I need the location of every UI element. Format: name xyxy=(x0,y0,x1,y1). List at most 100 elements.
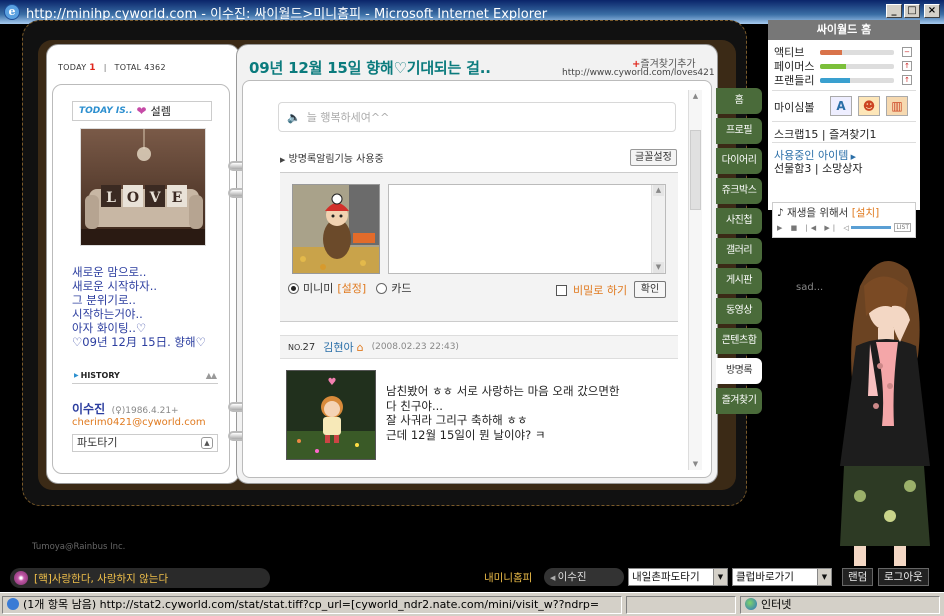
letter-a-icon[interactable]: A xyxy=(830,96,852,116)
scroll-thumb[interactable] xyxy=(690,130,701,210)
heart-icon: ❤ xyxy=(136,104,147,118)
tab-jukebox[interactable]: 쥬크박스 xyxy=(716,178,762,204)
scrap-count[interactable]: 스크랩15 xyxy=(774,128,818,141)
svg-text:E: E xyxy=(172,190,183,206)
svg-text:O: O xyxy=(127,190,139,206)
divider xyxy=(772,142,916,143)
tab-favorites[interactable]: 즐겨찾기 xyxy=(716,388,762,414)
club-dropdown[interactable]: 클럽바로가기 ▼ xyxy=(732,568,832,586)
bgm-title: [핵]사랑한다, 사랑하지 않는다 xyxy=(34,572,169,585)
intro-line: ♡09년 12月 15日. 향해♡ xyxy=(72,335,206,349)
radio-card[interactable] xyxy=(376,282,388,294)
total-label: TOTAL xyxy=(114,63,142,72)
stat-famous-bar xyxy=(820,64,894,69)
profile-photo[interactable]: L O V E xyxy=(80,128,206,246)
content-scrollbar[interactable]: ▲ ▼ xyxy=(688,90,702,470)
tab-profile[interactable]: 프로필 xyxy=(716,118,762,144)
tab-video[interactable]: 동영상 xyxy=(716,298,762,324)
wish-box[interactable]: 소망상자 xyxy=(822,162,862,175)
tab-contents[interactable]: 콘텐츠함 xyxy=(716,328,762,354)
music-disc-icon xyxy=(14,571,28,585)
club-dropdown-value: 클럽바로가기 xyxy=(736,571,794,583)
owner-name: 이수진 xyxy=(72,402,106,416)
guestbook-textarea[interactable]: ▲ ▼ xyxy=(388,184,666,274)
logout-button[interactable]: 로그아웃 xyxy=(878,568,929,586)
minimize-button[interactable]: _ xyxy=(886,4,902,18)
arrow-left-icon[interactable]: ◀ xyxy=(550,574,558,582)
tab-home[interactable]: 홈 xyxy=(716,88,762,114)
entry-line: 다 친구야... xyxy=(386,398,443,413)
radio-minimi[interactable] xyxy=(288,282,299,294)
divider xyxy=(772,121,916,122)
entry-writer[interactable]: 김현아 xyxy=(323,339,353,355)
tab-gallery[interactable]: 갤러리 xyxy=(716,238,762,264)
owner-email[interactable]: cherim0421@cyworld.com xyxy=(72,417,206,428)
menu-tabs: 홈 프로필 다이어리 쥬크박스 사진첩 갤러리 게시판 동영상 콘텐츠함 방명록… xyxy=(716,88,764,418)
font-settings-button[interactable]: 글꼴설정 xyxy=(630,149,677,166)
svg-text:♥: ♥ xyxy=(328,377,337,388)
pado-select[interactable]: 파도타기 ▲ xyxy=(72,434,218,452)
tab-board[interactable]: 게시판 xyxy=(716,268,762,294)
scroll-down-icon[interactable]: ▼ xyxy=(690,458,701,470)
playlist-button[interactable]: LIST xyxy=(894,223,911,232)
minus-icon[interactable]: − xyxy=(902,47,912,57)
page-icon xyxy=(7,598,19,610)
up-arrow-icon[interactable]: ↑ xyxy=(902,61,912,71)
status-bar: (1개 항목 남음) http://stat2.cyworld.com/stat… xyxy=(0,592,944,616)
pado-dropdown[interactable]: 내일촌파도타기 ▼ xyxy=(628,568,728,586)
close-button[interactable]: × xyxy=(924,4,940,18)
chevron-down-icon[interactable]: ▼ xyxy=(817,569,831,585)
tab-guestbook[interactable]: 방명록 xyxy=(716,358,762,384)
maximize-button[interactable]: □ xyxy=(904,4,920,18)
submit-button[interactable]: 확인 xyxy=(634,281,666,298)
intro-line: 그 분위기로.. xyxy=(72,293,136,307)
scroll-up-icon[interactable]: ▲ xyxy=(653,185,664,196)
intro-line: 새로운 맘으로.. xyxy=(72,265,147,279)
bottom-bar: [핵]사랑한다, 사랑하지 않는다 내미니홈피 ◀ 이수진 내일촌파도타기 ▼ … xyxy=(4,566,940,592)
entry-line: 남친봤어 ㅎㅎ 서로 사랑하는 마음 오래 갔으면한 xyxy=(386,384,620,398)
install-link[interactable]: [설치] xyxy=(852,207,880,219)
homepage-url[interactable]: http://www.cyworld.com/loves421 xyxy=(562,68,715,78)
textarea-scrollbar[interactable]: ▲ ▼ xyxy=(651,185,665,273)
lion-icon[interactable]: ☻ xyxy=(858,96,880,116)
ie-icon: e xyxy=(4,4,20,20)
tab-diary[interactable]: 다이어리 xyxy=(716,148,762,174)
my-minihp-link[interactable]: 내미니홈피 xyxy=(484,570,532,585)
cyworld-home-panel: 싸이월드 홈 액티브 − 페이머스 ↑ 프랜들리 ↑ 마이심볼 A ☻ ▥ 스크… xyxy=(768,20,920,210)
chevron-up-icon[interactable]: ▲ xyxy=(201,437,213,449)
owner-nav[interactable]: ◀ 이수진 xyxy=(544,568,624,586)
random-button[interactable]: 랜덤 xyxy=(842,568,874,586)
minimi-settings-link[interactable]: [설정] xyxy=(337,280,366,296)
scroll-down-icon[interactable]: ▼ xyxy=(653,262,664,273)
gift-box[interactable]: 선물함3 xyxy=(774,162,811,175)
character-illustration xyxy=(820,246,944,566)
today-count: 1 xyxy=(89,63,96,73)
up-down-arrows-icon[interactable]: ▲▲ xyxy=(206,371,217,380)
scroll-up-icon[interactable]: ▲ xyxy=(690,90,701,102)
secret-checkbox[interactable] xyxy=(556,284,567,296)
status-text: (1개 항목 남음) http://stat2.cyworld.com/stat… xyxy=(23,598,600,611)
stat-active-bar xyxy=(820,50,894,55)
mood-text: 설렘 xyxy=(150,105,171,118)
favorite-count[interactable]: 즐겨찾기1 xyxy=(829,128,876,141)
svg-text:V: V xyxy=(149,190,162,206)
home-icon[interactable]: ⌂ xyxy=(357,341,364,354)
copyright-credit: Tumoya@Rainbus Inc. xyxy=(32,542,126,552)
stat-friendly-label: 프랜들리 xyxy=(774,74,815,87)
bgm-player[interactable]: [핵]사랑한다, 사랑하지 않는다 xyxy=(10,568,270,588)
chevron-down-icon[interactable]: ▼ xyxy=(713,569,727,585)
building-icon[interactable]: ▥ xyxy=(886,96,908,116)
minimi-avatar xyxy=(292,184,380,274)
player-controls[interactable]: ▶ ■ |◀ ▶| ◁ xyxy=(777,224,852,232)
tab-photo[interactable]: 사진첩 xyxy=(716,208,762,234)
cyworld-home-title[interactable]: 싸이월드 홈 xyxy=(768,20,920,40)
post-type-radios: 미니미 [설정] 카드 xyxy=(288,280,411,296)
entry-line: 잘 사궈라 그리구 축하해 ㅎㅎ xyxy=(386,413,528,427)
guestbook-message-text: 늘 행복하세여^^ xyxy=(306,111,390,124)
up-arrow-icon[interactable]: ↑ xyxy=(902,75,912,85)
status-text-pane: (1개 항목 남음) http://stat2.cyworld.com/stat… xyxy=(2,596,622,614)
volume-slider[interactable] xyxy=(851,226,891,229)
divider xyxy=(772,90,916,91)
guestbook-message: 🔈 늘 행복하세여^^ xyxy=(278,102,676,132)
history-toggle[interactable]: ▶ HISTORY ▲▲ xyxy=(74,369,217,381)
